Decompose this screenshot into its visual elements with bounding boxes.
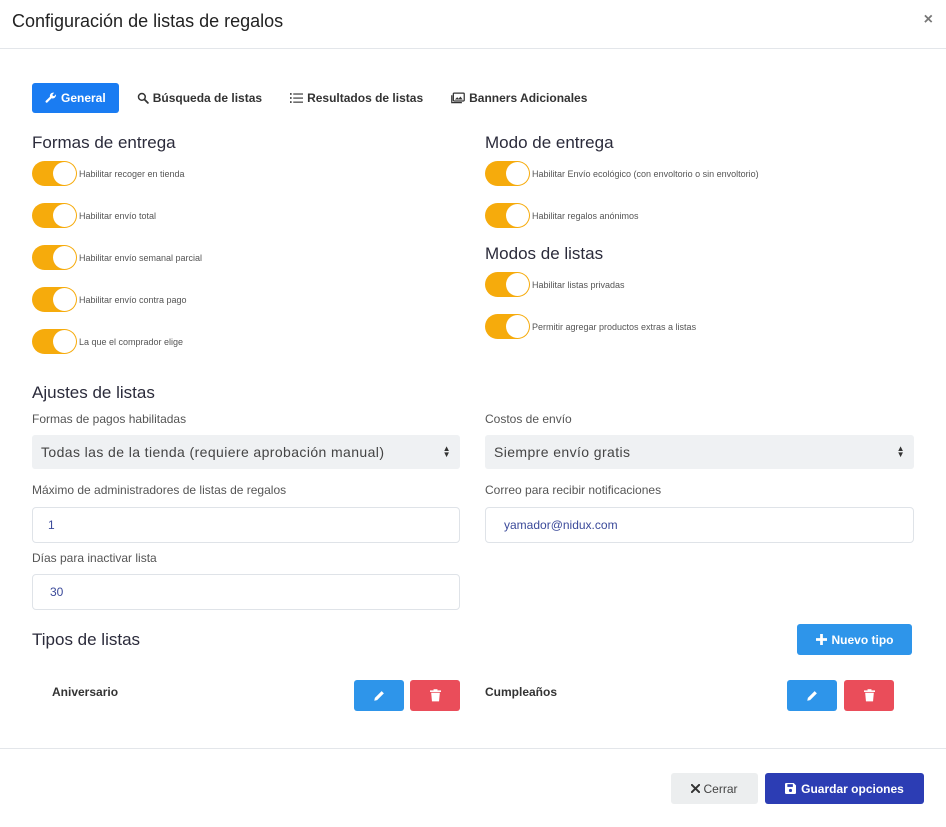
toggle-row: Habilitar regalos anónimos — [485, 203, 639, 228]
toggle-label: Habilitar regalos anónimos — [532, 210, 639, 221]
plus-icon — [815, 634, 827, 645]
footer-divider — [0, 748, 946, 749]
images-icon — [451, 92, 465, 104]
close-button[interactable]: Cerrar — [671, 773, 758, 804]
select-arrows-icon: ▲ ▼ — [442, 444, 451, 459]
toggle-row: Habilitar Envío ecológico (con envoltori… — [485, 161, 759, 186]
anonymous-gifts-toggle[interactable] — [485, 203, 530, 228]
save-options-button[interactable]: Guardar opciones — [765, 773, 924, 804]
full-shipping-toggle[interactable] — [32, 203, 77, 228]
delete-button[interactable] — [410, 680, 460, 711]
edit-button[interactable] — [354, 680, 404, 711]
toggle-label: Habilitar Envío ecológico (con envoltori… — [532, 168, 759, 179]
tab-label: General — [61, 91, 106, 105]
inactive-days-input[interactable]: 30 — [32, 574, 460, 610]
tab-label: Banners Adicionales — [469, 91, 588, 105]
save-options-label: Guardar opciones — [801, 781, 904, 796]
tab-label: Búsqueda de listas — [152, 91, 263, 105]
new-type-button[interactable]: Nuevo tipo — [797, 624, 912, 655]
eco-shipping-toggle[interactable] — [485, 161, 530, 186]
toggle-row: Permitir agregar productos extras a list… — [485, 314, 696, 339]
toggle-row: Habilitar envío semanal parcial — [32, 245, 202, 270]
payment-methods-select[interactable]: Todas las de la tienda (requiere aprobac… — [32, 435, 460, 469]
modal-header: Configuración de listas de regalos × — [0, 0, 946, 49]
tab-general[interactable]: General — [32, 83, 119, 113]
pencil-icon — [374, 690, 384, 701]
tab-label: Resultados de listas — [307, 91, 424, 105]
tab-banners[interactable]: Banners Adicionales — [451, 83, 587, 113]
settings-title: Ajustes de listas — [32, 383, 155, 402]
trash-icon — [863, 689, 875, 702]
toggle-label: Habilitar envío total — [79, 210, 157, 221]
cod-shipping-toggle[interactable] — [32, 287, 77, 312]
extra-products-toggle[interactable] — [485, 314, 530, 339]
pickup-toggle[interactable] — [32, 161, 77, 186]
list-modes-title: Modos de listas — [485, 244, 604, 263]
toggle-row: Habilitar envío total — [32, 203, 156, 228]
inactive-days-label: Días para inactivar lista — [32, 551, 157, 565]
delete-button[interactable] — [844, 680, 894, 711]
toggle-row: La que el comprador elige — [32, 329, 183, 354]
tab-busqueda[interactable]: Búsqueda de listas — [137, 83, 262, 113]
close-icon[interactable]: × — [924, 11, 933, 29]
search-icon — [137, 92, 149, 104]
shipping-costs-value: Siempre envío gratis — [494, 444, 631, 460]
list-icon — [290, 93, 304, 103]
pencil-icon — [807, 690, 817, 701]
private-lists-toggle[interactable] — [485, 272, 530, 297]
save-icon — [785, 783, 797, 794]
toggle-label: Habilitar recoger en tienda — [79, 168, 185, 179]
toggle-label: Permitir agregar productos extras a list… — [532, 321, 697, 332]
edit-button[interactable] — [787, 680, 837, 711]
delivery-mode-title: Modo de entrega — [485, 133, 614, 152]
payment-methods-value: Todas las de la tienda (requiere aprobac… — [41, 444, 385, 460]
payment-methods-label: Formas de pagos habilitadas — [32, 412, 187, 426]
modal-title: Configuración de listas de regalos — [12, 11, 284, 31]
list-type-name: Cumpleaños — [485, 685, 558, 699]
new-type-label: Nuevo tipo — [831, 632, 894, 647]
toggle-label: La que el comprador elige — [79, 336, 184, 347]
list-types-title: Tipos de listas — [32, 630, 141, 649]
toggle-label: Habilitar envío contra pago — [79, 294, 187, 305]
close-button-label: Cerrar — [703, 781, 738, 796]
wrench-icon — [45, 92, 56, 103]
max-admins-label: Máximo de administradores de listas de r… — [32, 483, 287, 497]
toggle-label: Habilitar envío semanal parcial — [79, 252, 203, 263]
list-type-name: Aniversario — [52, 685, 119, 699]
tab-bar: General Búsqueda de listas Resultados de… — [32, 83, 615, 113]
delivery-forms-title: Formas de entrega — [32, 133, 176, 152]
toggle-row: Habilitar recoger en tienda — [32, 161, 185, 186]
select-arrows-icon: ▲ ▼ — [896, 444, 905, 459]
toggle-label: Habilitar listas privadas — [532, 279, 625, 290]
tab-resultados[interactable]: Resultados de listas — [290, 83, 423, 113]
max-admins-input[interactable]: 1 — [32, 507, 460, 543]
toggle-row: Habilitar listas privadas — [485, 272, 625, 297]
trash-icon — [429, 689, 441, 702]
toggle-row: Habilitar envío contra pago — [32, 287, 187, 312]
weekly-shipping-toggle[interactable] — [32, 245, 77, 270]
shipping-costs-label: Costos de envío — [485, 412, 572, 426]
buyer-choice-toggle[interactable] — [32, 329, 77, 354]
notification-email-label: Correo para recibir notificaciones — [485, 483, 662, 497]
close-icon — [691, 784, 701, 793]
notification-email-input[interactable]: yamador@nidux.com — [485, 507, 914, 543]
shipping-costs-select[interactable]: Siempre envío gratis ▲ ▼ — [485, 435, 914, 469]
